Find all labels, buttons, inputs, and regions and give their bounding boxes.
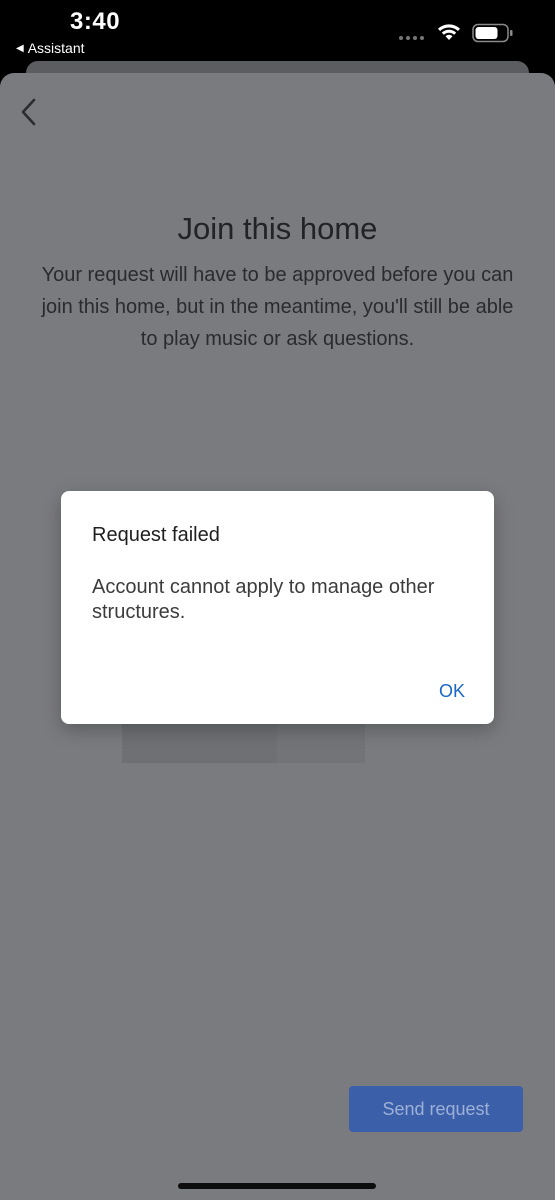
battery-icon [472,23,513,43]
ok-button[interactable]: OK [427,676,477,706]
back-triangle-icon: ◀ [16,42,24,54]
home-indicator[interactable] [178,1183,376,1189]
request-failed-dialog: Request failed Account cannot apply to m… [61,491,494,724]
screen: 3:40 ◀ Assistant Join this home Your req… [0,0,555,1200]
cellular-signal-icon [399,36,424,40]
back-to-app-link[interactable]: ◀ Assistant [16,40,85,56]
status-bar: 3:40 ◀ Assistant [0,0,555,70]
dialog-title: Request failed [92,524,220,546]
page-description: Your request will have to be approved be… [41,264,514,350]
dialog-message: Account cannot apply to manage other str… [92,576,435,623]
back-app-label: Assistant [27,40,85,56]
wifi-icon [438,24,460,40]
page-title: Join this home [177,211,378,246]
back-chevron-icon[interactable] [18,97,40,127]
status-time: 3:40 [70,8,121,35]
send-request-button[interactable]: Send request [349,1086,523,1132]
